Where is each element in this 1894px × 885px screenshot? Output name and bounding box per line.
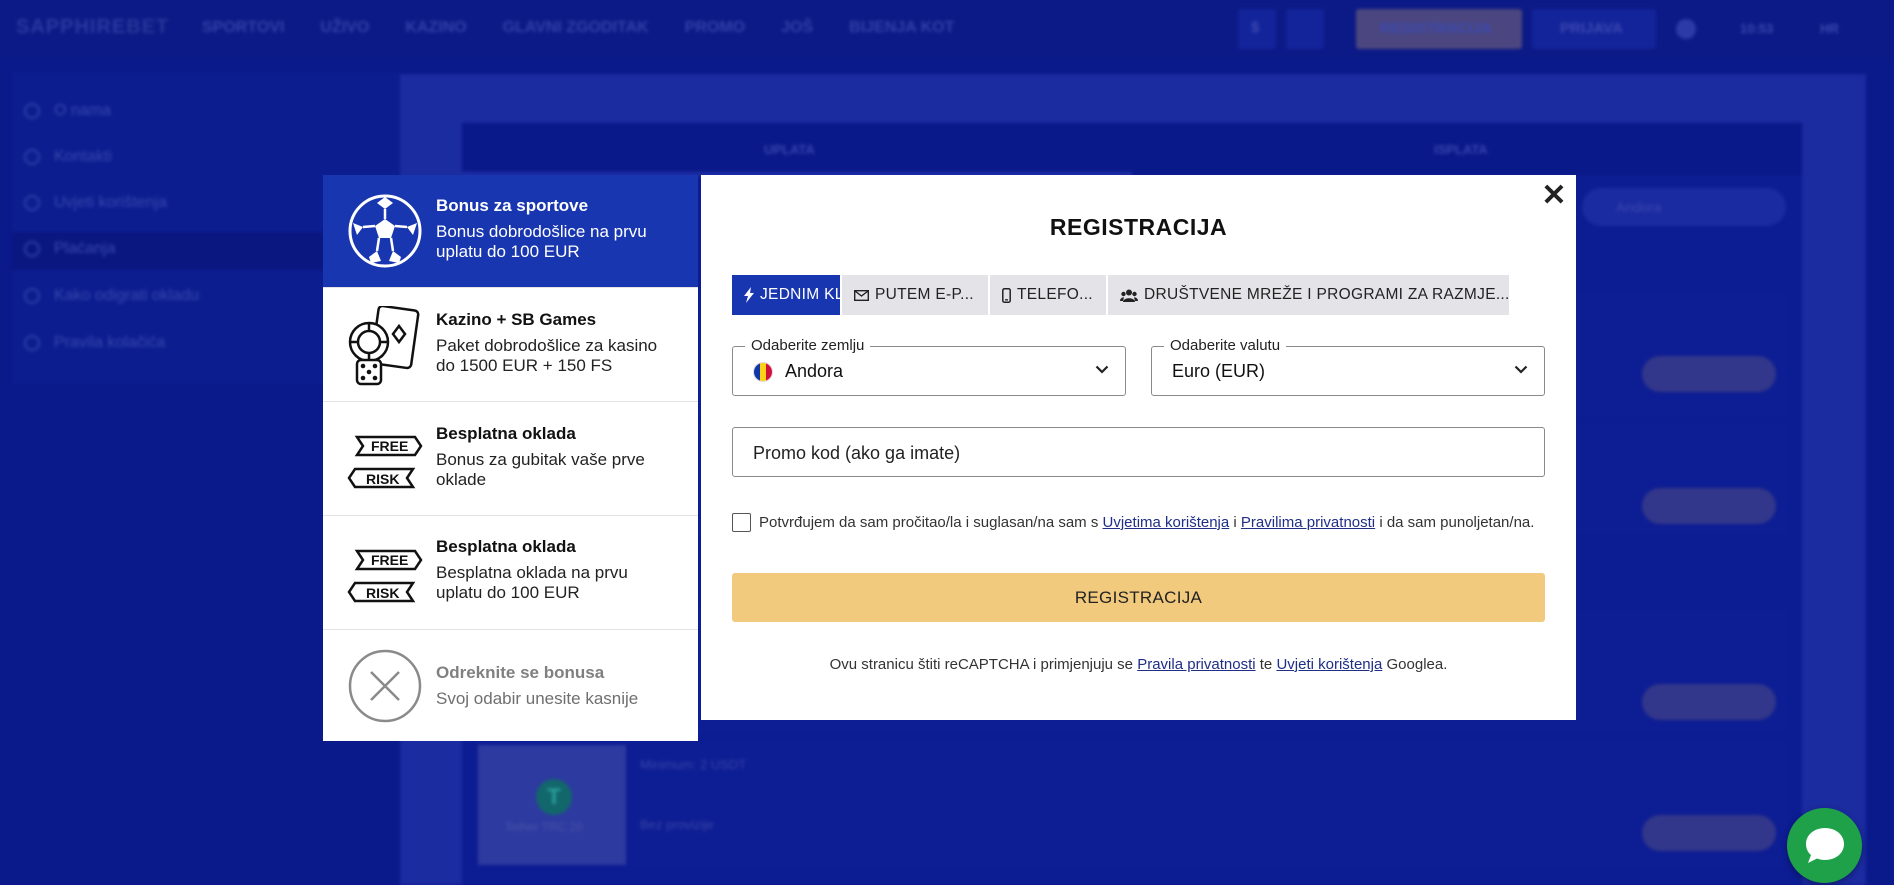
chat-button[interactable] (1787, 808, 1862, 883)
deposit-button[interactable] (1642, 815, 1776, 851)
bonus-option-free-bet-loss[interactable]: FREE RISK Besplatna oklada Bonus za gubi… (323, 402, 698, 516)
deposit-button[interactable] (1642, 488, 1776, 524)
bonus-selection-panel: Bonus za sportove Bonus dobrodošlice na … (323, 175, 698, 741)
bonus-description: Bonus za gubitak vaše prve oklade (436, 450, 645, 489)
nav-promo[interactable]: PROMO (685, 19, 745, 37)
bonus-title: Odreknite se bonusa (436, 663, 605, 682)
currency-value: Euro (EUR) (1172, 361, 1266, 381)
currency-button[interactable]: $ (1238, 9, 1276, 49)
privacy-policy-link[interactable]: Pravilima privatnosti (1241, 514, 1375, 531)
tab-one-click[interactable]: JEDNIM KLI... (732, 275, 840, 315)
country-value: Andora (785, 361, 844, 381)
tab-social-networks[interactable]: DRUŠTVENE MREŽE I PROGRAMI ZA RAZMJE... (1108, 275, 1509, 315)
modal-title: REGISTRACIJA (1049, 214, 1228, 240)
bonus-title: Besplatna oklada (436, 424, 576, 443)
tab-email[interactable]: PUTEM E-P... (842, 275, 988, 315)
terms-of-use-link[interactable]: Uvjetima korištenja (1103, 514, 1230, 531)
question-icon (24, 288, 40, 304)
nav-sports[interactable]: SPORTOVI (202, 19, 284, 37)
decline-icon (348, 649, 422, 723)
sidebar-item-terms[interactable]: Uvjeti korištenja (24, 194, 167, 212)
register-button[interactable]: REGISTRACIJA (732, 573, 1545, 622)
header-login-button[interactable]: PRIJAVA (1532, 9, 1656, 49)
bonus-description: Paket dobrodošlice za kasino do 1500 EUR… (436, 336, 658, 375)
bonus-description: Bonus dobrodošlice na prvu uplatu do 100… (436, 222, 647, 261)
bonus-option-sports[interactable]: Bonus za sportove Bonus dobrodošlice na … (323, 175, 698, 288)
terms-agreement: Potvrđujem da sam pročitao/la i suglasan… (732, 513, 1534, 532)
recaptcha-privacy-link[interactable]: Pravila privatnosti (1137, 656, 1255, 673)
deposit-button[interactable] (1642, 356, 1776, 392)
andorra-flag-icon (753, 361, 773, 382)
registration-method-tabs: JEDNIM KLI... PUTEM E-P... TELEFO... DRU… (732, 275, 1509, 315)
free-risk-icon: FREE RISK (347, 435, 423, 491)
country-label: Odaberite zemlju (745, 337, 871, 354)
dollar-icon (24, 241, 40, 257)
free-risk-icon: FREE RISK (347, 549, 423, 605)
bonus-title: Kazino + SB Games (436, 310, 597, 329)
nav-casino[interactable]: KAZINO (405, 19, 466, 37)
bonus-title: Bonus za sportove (436, 196, 589, 215)
recaptcha-terms-link[interactable]: Uvjeti korištenja (1276, 656, 1382, 673)
bonus-description: Besplatna oklada na prvu uplatu do 100 E… (436, 563, 628, 602)
mobile-phone-icon (1002, 287, 1011, 303)
site-logo[interactable]: SAPPHIREBET (16, 16, 169, 39)
chat-bubble-icon (1805, 827, 1844, 863)
payments-tabs (462, 123, 1802, 175)
tab-phone[interactable]: TELEFO... (990, 275, 1106, 315)
recaptcha-notice: Ovu stranicu štiti reCAPTCHA i primjenju… (829, 656, 1448, 673)
betslip-icon[interactable] (1286, 9, 1324, 49)
currency-label: Odaberite valutu (1164, 337, 1287, 354)
clock: 10:53 (1740, 21, 1774, 36)
sidebar-item-payments[interactable]: Plaćanja (24, 240, 115, 258)
promo-code-input[interactable]: Promo kod (ako ga imate) (732, 427, 1545, 477)
sidebar-item-contacts[interactable]: Kontakti (24, 148, 112, 166)
bonus-description: Svoj odabir unesite kasnije (436, 689, 639, 708)
currency-select[interactable]: Odaberite valutu Euro (EUR) (1151, 337, 1545, 396)
bonus-option-free-bet-deposit[interactable]: FREE RISK Besplatna oklada Besplatna okl… (323, 516, 698, 630)
users-icon (1120, 289, 1138, 302)
close-icon[interactable]: ✕ (1539, 181, 1569, 211)
tab-deposit[interactable]: UPLATA (764, 142, 815, 157)
country-select[interactable]: Odaberite zemlju Andora (732, 337, 1126, 396)
bonus-option-casino[interactable]: Kazino + SB Games Paket dobrodošlice za … (323, 288, 698, 402)
chevron-down-icon (1095, 365, 1109, 374)
cookie-icon (24, 335, 40, 351)
casino-icon (348, 306, 420, 386)
sidebar-item-cookies[interactable]: Pravila kolačića (24, 334, 165, 352)
nav-live[interactable]: UŽIVO (320, 19, 369, 37)
country-filter[interactable]: Andora (1582, 188, 1786, 226)
minimum-amount: Minimum: 2 USDT (640, 757, 747, 772)
language-selector[interactable]: HR (1820, 21, 1839, 36)
deposit-button[interactable] (1642, 684, 1776, 720)
bonus-title: Besplatna oklada (436, 537, 576, 556)
sidebar-item-about[interactable]: O nama (24, 102, 111, 120)
phone-icon (24, 149, 40, 165)
sidebar-item-how-to-bet[interactable]: Kako odigrati okladu (24, 287, 199, 305)
settings-gear-icon[interactable] (1676, 19, 1696, 39)
tether-name: Tether TRC 20 (505, 820, 583, 834)
chevron-down-icon (1514, 365, 1528, 374)
document-icon (24, 195, 40, 211)
soccer-ball-icon (348, 194, 422, 268)
lightning-icon (744, 287, 754, 303)
fee-info: Bez provizije (640, 817, 714, 832)
nav-more[interactable]: JOŠ (781, 19, 813, 37)
top-navigation-bar: SAPPHIREBET SPORTOVI UŽIVO KAZINO GLAVNI… (0, 0, 1894, 58)
envelope-icon (854, 289, 869, 301)
nav-jackpot[interactable]: GLAVNI ZGODITAK (503, 19, 649, 37)
bonus-option-decline[interactable]: Odreknite se bonusa Svoj odabir unesite … (323, 630, 698, 741)
nav-extra[interactable]: BIJENJA KOT (849, 19, 954, 37)
main-nav: SPORTOVI UŽIVO KAZINO GLAVNI ZGODITAK PR… (202, 19, 990, 37)
terms-checkbox[interactable] (732, 513, 751, 532)
info-icon (24, 103, 40, 119)
header-register-button[interactable]: REGISTRACIJA (1356, 9, 1522, 49)
tether-icon: T (536, 779, 572, 815)
tab-withdraw[interactable]: ISPLATA (1434, 142, 1488, 157)
